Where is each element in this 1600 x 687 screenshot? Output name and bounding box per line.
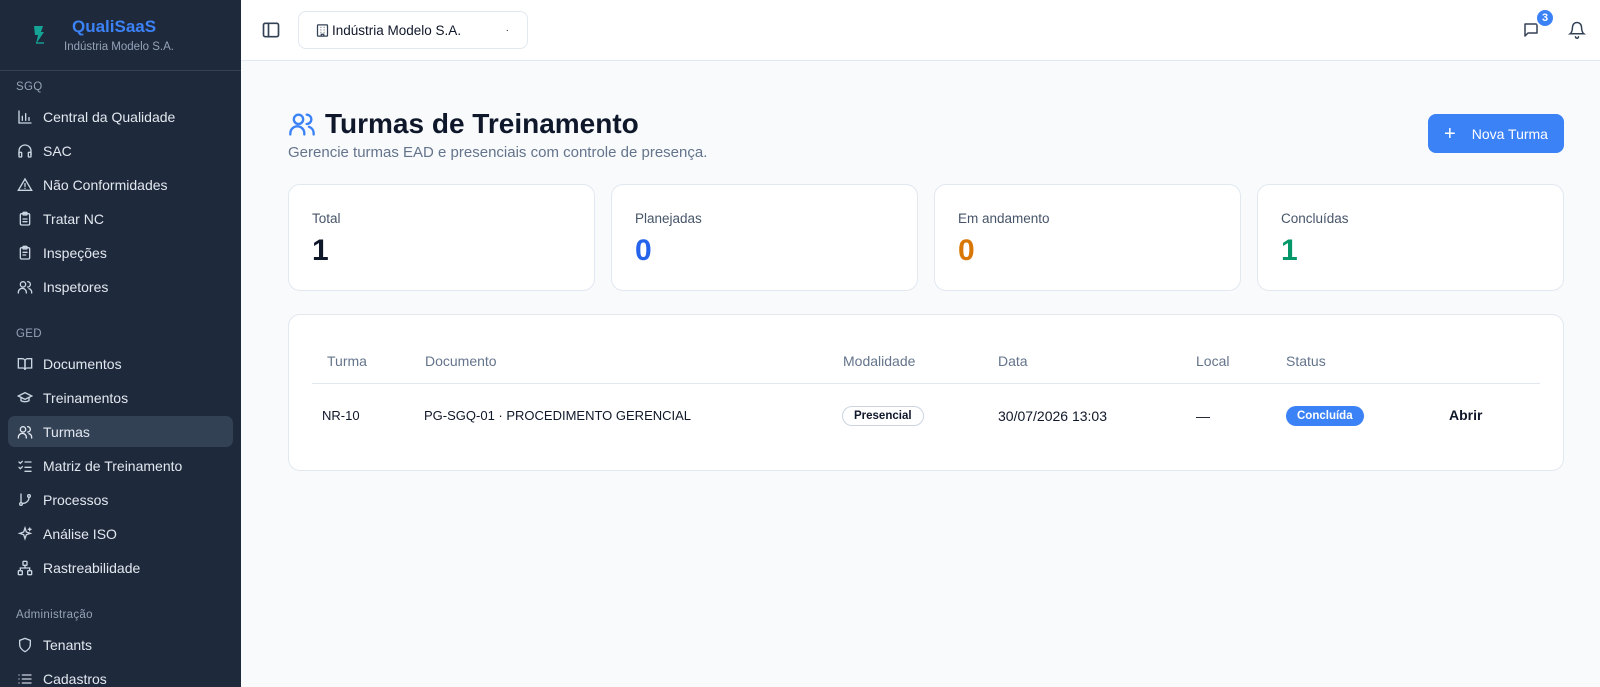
sidebar-item-sac[interactable]: SAC (8, 135, 233, 166)
sidebar-item-label: Processos (43, 491, 109, 508)
open-class-link[interactable]: Abrir (1449, 407, 1482, 423)
headphones-icon (18, 143, 32, 158)
bell-icon[interactable] (1567, 21, 1587, 39)
brand-logo-icon (24, 18, 54, 52)
topbar: Indústria Modelo S.A. · (241, 0, 1600, 61)
stat-label: Em andamento (958, 211, 1050, 226)
page-title: Turmas de Treinamento (325, 108, 639, 139)
column-header-documento: Documento (425, 353, 497, 369)
tenant-select-indicator: · (505, 25, 509, 36)
sidebar-item-inspetores[interactable]: Inspetores (8, 271, 233, 302)
column-header-local: Local (1196, 353, 1230, 369)
status-badge: Concluída (1286, 406, 1364, 426)
warning-icon (17, 177, 33, 191)
sidebar-item-label: Treinamentos (43, 389, 129, 406)
sidebar-item-cadastros[interactable]: Cadastros (8, 663, 233, 687)
cell-data: 30/07/2026 13:03 (998, 408, 1107, 424)
sidebar-item-tratar-nc[interactable]: Tratar NC (8, 203, 233, 234)
stat-value: 1 (312, 234, 329, 267)
column-header-data: Data (998, 353, 1028, 369)
section-label-sgq: SGQ (16, 81, 43, 93)
sidebar-item-label: Cadastros (43, 670, 107, 687)
sidebar-item-label: Matriz de Treinamento (43, 457, 183, 474)
sidebar: QualiSaaS Indústria Modelo S.A. SGQ Cent… (0, 0, 241, 687)
sidebar-item-rastreabilidade[interactable]: Rastreabilidade (8, 552, 233, 583)
bar-chart-icon (18, 109, 32, 124)
sidebar-item-label: Turmas (43, 423, 90, 440)
sidebar-item-documentos[interactable]: Documentos (8, 348, 233, 379)
sidebar-item-label: Inspetores (43, 278, 109, 295)
messages-badge: 3 (1535, 8, 1555, 28)
sidebar-item-nao-conformidades[interactable]: Não Conformidades (8, 169, 233, 200)
stat-card-planejadas: Planejadas 0 (611, 184, 918, 291)
users-icon (289, 113, 315, 136)
cell-local: — (1196, 408, 1210, 424)
page-subtitle: Gerencie turmas EAD e presenciais com co… (288, 144, 708, 161)
sparkles-icon (17, 525, 33, 541)
stat-value: 0 (635, 234, 652, 267)
building-icon (316, 23, 329, 37)
sidebar-item-turmas[interactable]: Turmas (8, 416, 233, 447)
stat-label: Planejadas (635, 211, 702, 226)
network-icon (17, 560, 33, 575)
cell-turma: NR-10 (322, 408, 360, 423)
stat-card-em-andamento: Em andamento 0 (934, 184, 1241, 291)
sidebar-item-inspecoes[interactable]: Inspeções (8, 237, 233, 268)
tenant-select[interactable]: Indústria Modelo S.A. · (298, 11, 528, 49)
brand: QualiSaaS Indústria Modelo S.A. (0, 0, 241, 71)
sidebar-item-matriz-treinamento[interactable]: Matriz de Treinamento (8, 450, 233, 481)
sidebar-item-label: Tenants (43, 636, 93, 653)
stat-value: 0 (958, 234, 975, 267)
sidebar-item-processos[interactable]: Processos (8, 484, 233, 515)
section-label-administracao: Administração (16, 609, 93, 621)
list-icon (18, 673, 32, 684)
new-class-button[interactable]: + Nova Turma (1428, 114, 1564, 153)
new-class-button-label: Nova Turma (1471, 125, 1548, 142)
modality-badge: Presencial (842, 406, 924, 426)
sidebar-item-central-qualidade[interactable]: Central da Qualidade (8, 101, 233, 132)
plus-icon: + (1444, 122, 1456, 145)
column-header-status: Status (1286, 353, 1326, 369)
sidebar-item-analise-iso[interactable]: Análise ISO (8, 518, 233, 549)
list-check-icon (18, 460, 32, 472)
sidebar-item-label: Análise ISO (43, 525, 117, 542)
sidebar-item-treinamentos[interactable]: Treinamentos (8, 382, 233, 413)
sidebar-item-label: Tratar NC (43, 210, 104, 227)
table-header-divider (312, 383, 1540, 384)
sidebar-item-label: Central da Qualidade (43, 108, 176, 125)
sidebar-item-label: Rastreabilidade (43, 559, 141, 576)
classes-table: Turma Documento Modalidade Data Local St… (288, 314, 1564, 471)
stat-card-total: Total 1 (288, 184, 595, 291)
section-label-ged: GED (16, 328, 42, 340)
tenant-select-value: Indústria Modelo S.A. (332, 22, 462, 38)
brand-tenant: Indústria Modelo S.A. (64, 41, 174, 53)
graduation-cap-icon (17, 391, 33, 402)
stat-label: Concluídas (1281, 211, 1349, 226)
sidebar-item-label: Inspeções (43, 244, 107, 261)
sidebar-item-tenants[interactable]: Tenants (8, 629, 233, 660)
clipboard-icon (19, 211, 31, 226)
cell-documento: PG-SGQ-01 · PROCEDIMENTO GERENCIAL (424, 408, 692, 423)
column-header-modalidade: Modalidade (843, 353, 916, 369)
stat-card-concluidas: Concluídas 1 (1257, 184, 1564, 291)
stat-value: 1 (1281, 234, 1298, 267)
git-branch-icon (19, 492, 31, 506)
column-header-turma: Turma (327, 353, 367, 369)
shield-icon (19, 637, 31, 652)
book-icon (17, 357, 33, 370)
page-header: Turmas de Treinamento Gerencie turmas EA… (288, 108, 707, 161)
sidebar-item-label: SAC (43, 142, 72, 159)
stat-label: Total (312, 211, 341, 226)
users-icon (17, 425, 33, 439)
users-icon (17, 280, 33, 294)
clipboard-check-icon (19, 245, 31, 260)
sidebar-item-label: Não Conformidades (43, 176, 168, 193)
sidebar-toggle-icon[interactable] (261, 20, 281, 40)
sidebar-item-label: Documentos (43, 355, 122, 372)
brand-name: QualiSaaS (72, 17, 157, 36)
